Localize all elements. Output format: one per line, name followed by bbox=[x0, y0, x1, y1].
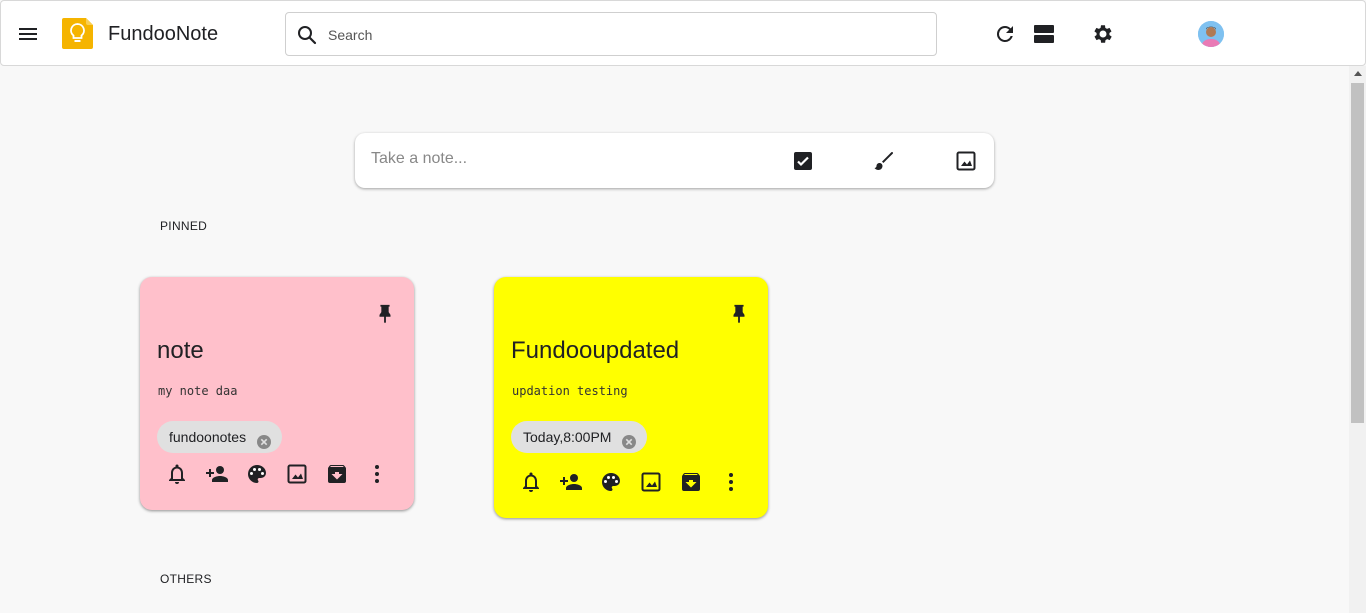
logo-bulb-icon bbox=[61, 17, 94, 50]
image-icon[interactable] bbox=[954, 149, 978, 173]
scroll-thumb[interactable] bbox=[1351, 83, 1364, 423]
vertical-scrollbar[interactable] bbox=[1349, 66, 1366, 613]
take-note-bar[interactable]: Take a note... bbox=[355, 133, 994, 188]
reminder-chip[interactable]: Today,8:00PM bbox=[511, 421, 648, 453]
scroll-up-arrow-icon[interactable] bbox=[1354, 71, 1362, 76]
image-icon[interactable] bbox=[639, 470, 663, 494]
archive-icon[interactable] bbox=[325, 462, 349, 486]
settings-icon[interactable] bbox=[1091, 22, 1115, 46]
note-body[interactable]: my note daa bbox=[158, 384, 237, 398]
note-card[interactable]: note my note daa fundoonotes bbox=[140, 277, 414, 510]
pin-icon[interactable] bbox=[728, 303, 750, 325]
note-card[interactable]: Fundooupdated updation testing Today,8:0… bbox=[494, 277, 768, 518]
checkbox-icon[interactable] bbox=[791, 149, 815, 173]
top-app-bar: FundooNote bbox=[0, 0, 1366, 66]
note-title[interactable]: note bbox=[157, 337, 204, 365]
pinned-section-label: PINNED bbox=[160, 219, 208, 233]
palette-icon[interactable] bbox=[599, 470, 623, 494]
remove-chip-icon[interactable] bbox=[621, 429, 637, 449]
search-icon[interactable] bbox=[295, 23, 319, 47]
search-bar[interactable] bbox=[285, 12, 937, 56]
remove-chip-icon[interactable] bbox=[256, 429, 272, 449]
note-title[interactable]: Fundooupdated bbox=[511, 337, 679, 365]
note-actions bbox=[519, 470, 749, 494]
search-input[interactable] bbox=[326, 21, 920, 49]
note-actions bbox=[165, 462, 395, 486]
reminder-icon[interactable] bbox=[165, 462, 189, 486]
pin-icon[interactable] bbox=[374, 303, 396, 325]
take-note-placeholder[interactable]: Take a note... bbox=[371, 150, 467, 168]
list-view-icon[interactable] bbox=[1032, 22, 1056, 46]
collaborator-icon[interactable] bbox=[559, 470, 583, 494]
more-icon[interactable] bbox=[719, 470, 743, 494]
collaborator-icon[interactable] bbox=[205, 462, 229, 486]
image-icon[interactable] bbox=[285, 462, 309, 486]
menu-icon[interactable] bbox=[16, 22, 40, 46]
avatar[interactable] bbox=[1198, 21, 1224, 47]
label-chip[interactable]: fundoonotes bbox=[157, 421, 283, 453]
palette-icon[interactable] bbox=[245, 462, 269, 486]
more-icon[interactable] bbox=[365, 462, 389, 486]
app-title: FundooNote bbox=[108, 23, 219, 45]
label-chip-text: fundoonotes bbox=[169, 429, 247, 445]
others-section-label: OTHERS bbox=[160, 572, 212, 586]
refresh-icon[interactable] bbox=[993, 22, 1017, 46]
reminder-icon[interactable] bbox=[519, 470, 543, 494]
note-body[interactable]: updation testing bbox=[512, 384, 628, 398]
reminder-chip-text: Today,8:00PM bbox=[523, 429, 612, 445]
brush-icon[interactable] bbox=[872, 149, 896, 173]
archive-icon[interactable] bbox=[679, 470, 703, 494]
